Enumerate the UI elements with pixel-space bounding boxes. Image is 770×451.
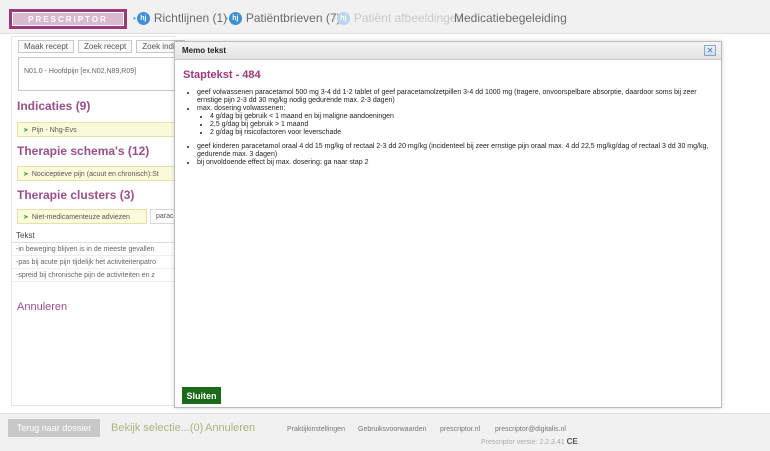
tab-patient-afbeeldingen: • hj Patiënt afbeeldingen	[333, 11, 463, 25]
gebruiksvoorwaarden-link[interactable]: Gebruiksvoorwaarden	[358, 426, 426, 433]
logo-text: PRESCRIPTOR	[28, 14, 108, 24]
diagnosis-code-field[interactable]: N01.0 - Hoofdpijn [ex.N02,N89,R09]	[18, 57, 176, 91]
tab-medicatiebegeleiding-label: Medicatiebegeleiding	[454, 11, 567, 25]
prescriptor-email-link[interactable]: prescriptor@digitalis.nl	[495, 426, 566, 433]
memo-sub-bullet: 4 g/dag bij gebruik < 1 maand en bij mal…	[210, 113, 715, 121]
therapie-schema-item-label: Nociceptieve pijn (acuut en chronisch):S…	[31, 171, 159, 178]
ce-mark-icon: CE	[566, 437, 578, 446]
prescriptor-logo[interactable]: PRESCRIPTOR	[9, 9, 127, 29]
indicaties-heading: Indicaties (9)	[17, 99, 91, 113]
indicatie-item[interactable]: ➤ Pijn - Nhg-Evs	[17, 122, 177, 137]
close-icon[interactable]: ✕	[704, 45, 716, 56]
annuleren-link[interactable]: Annuleren	[17, 301, 67, 313]
tab-patient-afbeeldingen-label: Patiënt afbeeldingen	[353, 11, 464, 25]
memo-bullet-text: max. dosering volwassenen:	[197, 105, 286, 112]
bekijk-selectie-link[interactable]: Bekijk selectie...(0)	[111, 422, 203, 434]
prescriptor-site-link[interactable]: prescriptor.nl	[440, 426, 480, 433]
hd-mark-icon: •	[225, 13, 228, 23]
table-row: -pas bij acute pijn tijdelijk het activi…	[12, 256, 176, 269]
dialog-titlebar: Memo tekst ✕	[175, 42, 721, 60]
hd-mark-icon: •	[333, 13, 336, 23]
version-text: Prescriptor versie: 2.2.3.41	[481, 439, 565, 446]
version-info: Prescriptor versie: 2.2.3.41 CE	[481, 437, 578, 446]
terug-naar-dossier-button[interactable]: Terug naar dossier	[8, 419, 100, 437]
tab-richtlijnen[interactable]: • hj Richtlijnen (1)	[133, 11, 227, 25]
therapie-clusters-heading: Therapie clusters (3)	[17, 188, 135, 202]
memo-sub-bullet: 2,5 g/dag bij gebruik > 1 maand	[210, 121, 715, 129]
memo-bullet: geef kinderen paracetamol oraal 4 dd 15 …	[197, 143, 715, 159]
arrow-right-icon: ➤	[23, 214, 29, 221]
arrow-right-icon: ➤	[23, 171, 29, 178]
arrow-right-icon: ➤	[23, 127, 29, 134]
tab-medicatiebegeleiding[interactable]: Medicatiebegeleiding	[454, 11, 567, 25]
zoek-recept-button[interactable]: Zoek recept	[78, 40, 133, 53]
memo-bullet: max. dosering volwassenen: 4 g/dag bij g…	[197, 105, 715, 137]
cluster-chip-label: parac	[156, 213, 174, 220]
cluster-chip-label: Niet-medicamenteuze adviezen	[31, 214, 130, 221]
staptekst-heading: Staptekst - 484	[183, 69, 261, 81]
therapie-schemas-heading: Therapie schema's (12)	[17, 144, 150, 158]
table-row: -in beweging blijven is in de meeste gev…	[12, 243, 176, 256]
memo-bullet: bij onvoldoende effect bij max. dosering…	[197, 159, 715, 167]
cluster-chip-niet-medicamenteus[interactable]: ➤ Niet-medicamenteuze adviezen	[17, 209, 147, 224]
table-header: Tekst	[12, 230, 176, 243]
hj-badge-icon: hj	[336, 11, 350, 25]
memo-bullet: geef volwassenen paracetamol 500 mg 3-4 …	[197, 89, 715, 105]
hd-mark-icon: •	[133, 13, 136, 23]
hj-badge-icon: hj	[136, 11, 150, 25]
table-row: -spreid bij chronische pijn de activitei…	[12, 269, 176, 282]
memo-dialog: Memo tekst ✕ Staptekst - 484 geef volwas…	[174, 41, 722, 408]
action-button-row: Maak recept Zoek recept Zoek indic	[18, 40, 185, 53]
dialog-title: Memo tekst	[182, 46, 227, 55]
tab-patientbrieven-label: Patiëntbrieven (7)	[245, 11, 341, 25]
tab-richtlijnen-label: Richtlijnen (1)	[153, 11, 228, 25]
memo-sub-bullet: 2 g/dag bij risicofactoren voor leversch…	[210, 129, 715, 137]
advice-table: Tekst -in beweging blijven is in de mees…	[12, 230, 176, 282]
footer-annuleren-link[interactable]: Annuleren	[205, 422, 255, 434]
memo-content: geef volwassenen paracetamol 500 mg 3-4 …	[185, 89, 715, 167]
cluster-chip-paracetamol[interactable]: parac	[150, 209, 176, 224]
tab-patientbrieven[interactable]: • hj Patiëntbrieven (7)	[225, 11, 341, 25]
therapie-schema-item[interactable]: ➤ Nociceptieve pijn (acuut en chronisch):…	[17, 166, 177, 181]
maak-recept-button[interactable]: Maak recept	[18, 40, 75, 53]
hj-badge-icon: hj	[228, 11, 242, 25]
indicatie-item-label: Pijn - Nhg-Evs	[31, 127, 77, 134]
sluiten-button[interactable]: Sluiten	[182, 387, 221, 404]
praktijkinstellingen-link[interactable]: Praktijkinstellingen	[287, 426, 345, 433]
